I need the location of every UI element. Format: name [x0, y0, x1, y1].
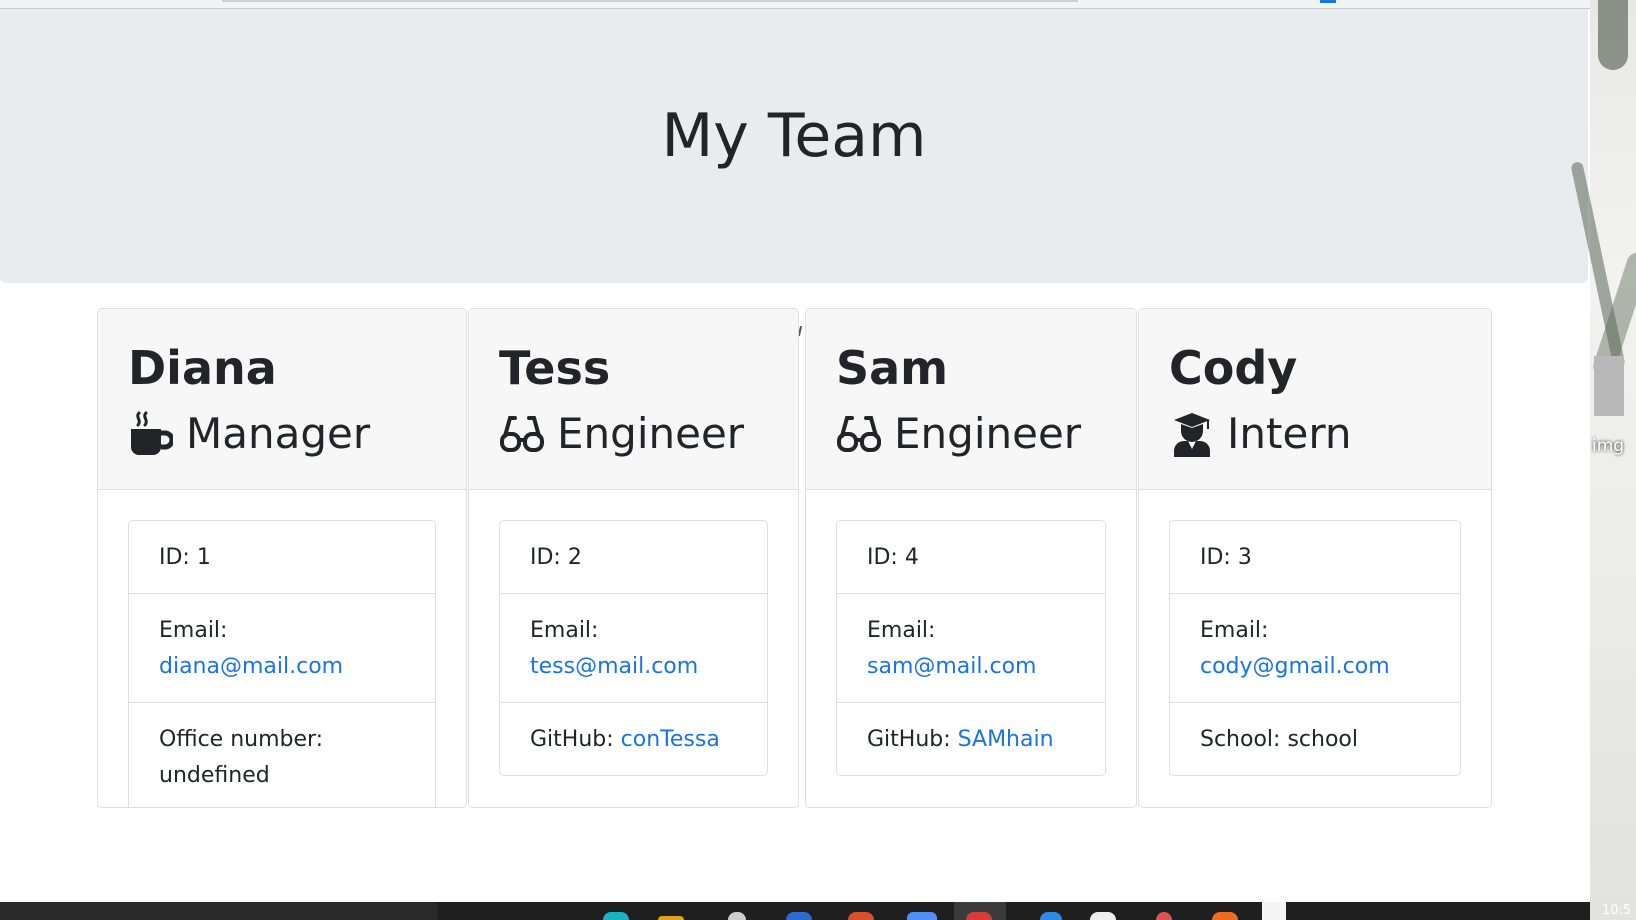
glasses-icon: [499, 411, 545, 457]
list-item-github: GitHub: conTessa: [500, 702, 767, 775]
desktop-image-icon[interactable]: [1594, 356, 1624, 416]
github-label: GitHub:: [867, 727, 951, 752]
edge-icon[interactable]: [603, 912, 629, 920]
employee-details-list: ID: 1 Email: diana@mail.com Office numbe…: [128, 520, 436, 807]
page-title: My Team: [661, 101, 927, 171]
employee-details-list: ID: 4 Email: sam@mail.com GitHub: SAMhai…: [836, 520, 1106, 776]
list-item-id: ID: 2: [530, 545, 582, 570]
firefox-icon[interactable]: [848, 912, 874, 920]
browser-toolbar-edge: [0, 0, 1590, 9]
employee-name: Tess: [499, 341, 611, 395]
employee-role: Engineer: [836, 401, 1106, 467]
list-item-school: School: school: [1170, 702, 1460, 775]
list-item-email: Email: cody@gmail.com: [1170, 593, 1460, 702]
card-header: Diana Manager: [98, 309, 466, 490]
list-item-id: ID: 1: [159, 545, 211, 570]
vs-icon[interactable]: [1040, 912, 1062, 920]
role-label: Intern: [1227, 409, 1352, 458]
wallpaper-leaf: [1598, 0, 1628, 70]
email-label: Email:: [159, 618, 228, 643]
employee-card-engineer: Tess Engineer ID: 2 Email: tess@mail.com: [468, 308, 799, 808]
employee-card-manager: Diana Manager ID: 1 Email: diana@mail.co…: [97, 308, 467, 808]
employee-details-list: ID: 3 Email: cody@gmail.com School: scho…: [1169, 520, 1461, 776]
card-header: Cody Intern: [1139, 309, 1491, 490]
email-label: Email:: [867, 618, 936, 643]
email-link[interactable]: tess@mail.com: [530, 654, 698, 679]
list-item-email: Email: tess@mail.com: [500, 593, 767, 702]
email-label: Email:: [530, 618, 599, 643]
employee-card-engineer: Sam Engineer ID: 4 Email: sam@mail.com G…: [805, 308, 1137, 808]
header-jumbotron: My Team: [0, 9, 1588, 283]
chrome-icon[interactable]: [966, 912, 992, 920]
employee-role: Engineer: [499, 401, 768, 467]
email-link[interactable]: sam@mail.com: [867, 654, 1037, 679]
git-icon[interactable]: [1156, 912, 1172, 920]
role-label: Manager: [186, 409, 371, 458]
chevron-up-icon[interactable]: [1262, 902, 1286, 920]
taskbar-clock[interactable]: 10:5: [1602, 902, 1631, 920]
github-link[interactable]: SAMhain: [958, 727, 1054, 752]
taskbar-search-area[interactable]: [0, 902, 437, 920]
employee-name: Sam: [836, 341, 949, 395]
os-taskbar: [0, 902, 1590, 920]
employee-details-list: ID: 2 Email: tess@mail.com GitHub: conTe…: [499, 520, 768, 776]
github-link[interactable]: conTessa: [621, 727, 720, 752]
office-label: Office number:: [159, 727, 324, 752]
employee-role: Intern: [1169, 401, 1461, 467]
postman-icon[interactable]: [1212, 912, 1238, 920]
glasses-icon: [836, 411, 882, 457]
list-item-github: GitHub: SAMhain: [837, 702, 1105, 775]
list-item-id: ID: 3: [1200, 545, 1252, 570]
coffee-icon: [128, 411, 174, 457]
zoom-icon[interactable]: [907, 912, 937, 920]
list-item-email: Email: diana@mail.com: [129, 593, 435, 702]
github-label: GitHub:: [530, 727, 614, 752]
employee-name: Cody: [1169, 341, 1298, 395]
email-link[interactable]: cody@gmail.com: [1200, 654, 1390, 679]
office-value: undefined: [159, 763, 270, 788]
employee-card-intern: Cody Intern ID: 3 Email: cody@gmail.com: [1138, 308, 1492, 808]
list-item-office: Office number: undefined: [129, 702, 435, 807]
browser-viewport: My Team Diana Manager ID: 1 Email: diana…: [0, 0, 1590, 902]
employee-name: Diana: [128, 341, 277, 395]
card-header: Tess Engineer: [469, 309, 798, 490]
school-value: school: [1287, 727, 1358, 752]
list-item-id: ID: 4: [867, 545, 919, 570]
role-label: Engineer: [557, 409, 745, 458]
employee-role: Manager: [128, 401, 436, 467]
email-link[interactable]: diana@mail.com: [159, 654, 343, 679]
extension-icon[interactable]: [1320, 0, 1336, 3]
school-label: School:: [1200, 727, 1281, 752]
github-desktop-icon[interactable]: [1090, 912, 1116, 920]
vscode-icon[interactable]: [786, 912, 812, 920]
email-label: Email:: [1200, 618, 1269, 643]
desktop-icon-label[interactable]: img: [1592, 436, 1624, 456]
list-item-email: Email: sam@mail.com: [837, 593, 1105, 702]
address-bar-edge[interactable]: [222, 0, 1078, 2]
card-header: Sam Engineer: [806, 309, 1136, 490]
role-label: Engineer: [894, 409, 1082, 458]
desktop-background: img 10:5: [1570, 0, 1636, 920]
store-icon[interactable]: [728, 912, 746, 920]
graduate-icon: [1169, 411, 1215, 457]
file-explorer-icon[interactable]: [658, 916, 684, 920]
